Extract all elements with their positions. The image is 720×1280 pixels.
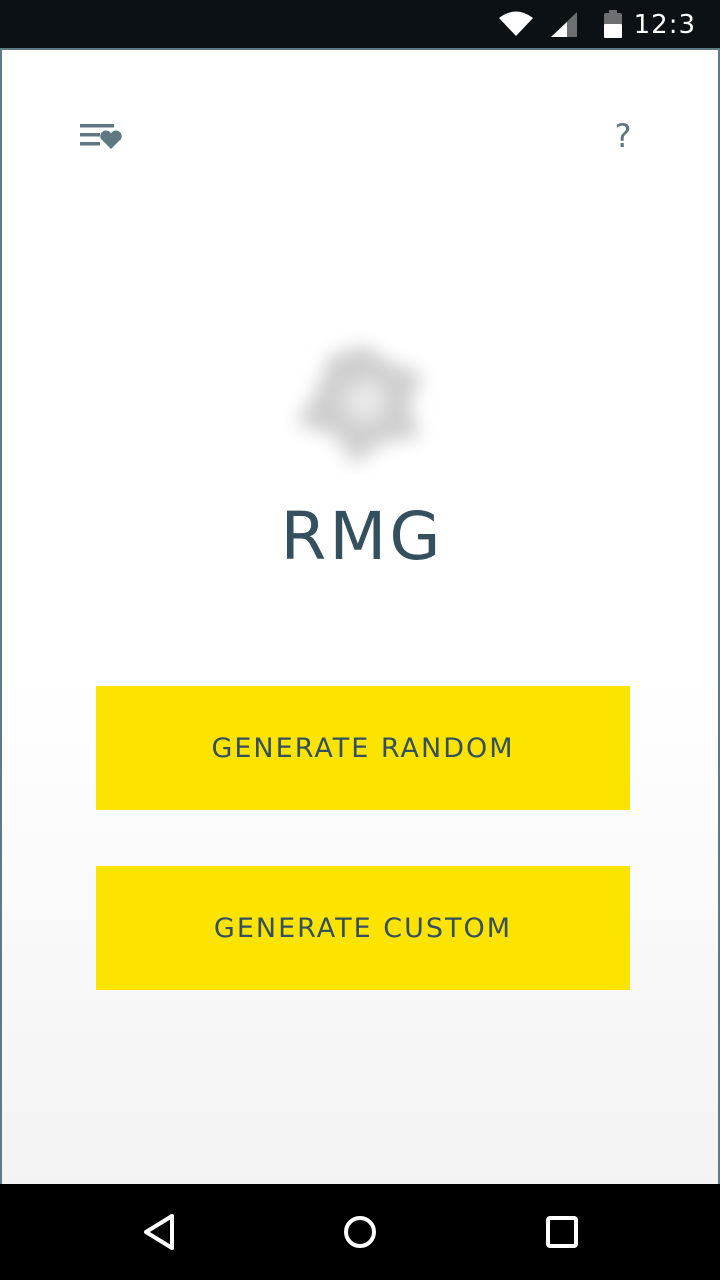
blurred-logo-icon [272, 325, 442, 475]
signal-icon [551, 12, 577, 37]
battery-icon [604, 10, 622, 38]
screen: 12:3 ? RMG GENERATE RANDOM GENERATE CUST… [0, 0, 720, 1280]
generate-custom-button[interactable]: GENERATE CUSTOM [96, 866, 630, 990]
wifi-icon [499, 11, 533, 36]
generate-random-button[interactable]: GENERATE RANDOM [96, 686, 630, 810]
app-title: RMG [280, 498, 444, 575]
main-screen: ? RMG GENERATE RANDOM GENERATE CUSTOM [0, 48, 720, 1184]
back-icon[interactable] [136, 1208, 184, 1256]
favorites-list-icon[interactable] [78, 122, 126, 152]
help-button[interactable]: ? [606, 114, 640, 158]
status-time: 12:3 [633, 10, 696, 40]
home-icon[interactable] [336, 1208, 384, 1256]
recents-icon[interactable] [538, 1208, 586, 1256]
status-bar: 12:3 [0, 0, 720, 48]
navigation-bar [0, 1184, 720, 1280]
